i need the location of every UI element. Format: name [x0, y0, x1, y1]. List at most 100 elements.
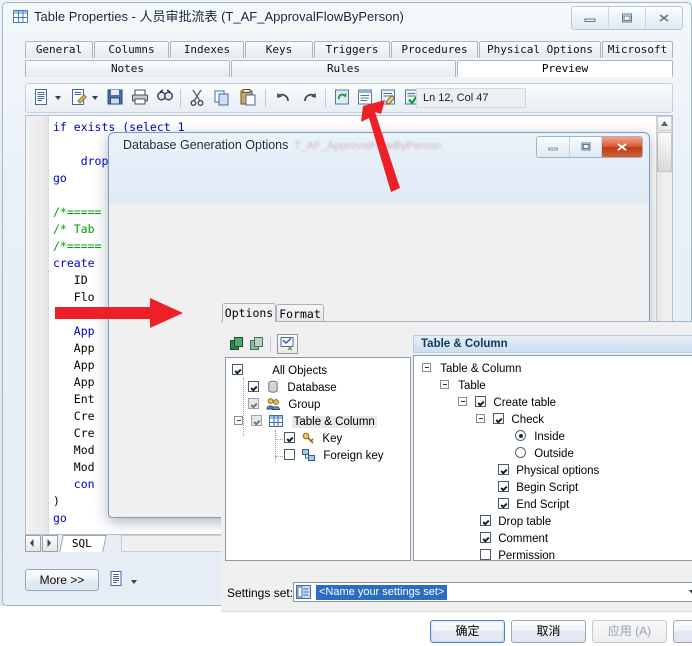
tab-procedures[interactable]: Procedures: [391, 41, 478, 58]
opt-node-check[interactable]: Check: [476, 412, 544, 429]
redo-icon[interactable]: [299, 87, 319, 109]
property-tabs: General Columns Indexes Keys Triggers Pr…: [25, 41, 673, 77]
tab-indexes[interactable]: Indexes: [170, 41, 244, 58]
undo-icon[interactable]: [274, 87, 294, 109]
window-controls: [571, 6, 683, 30]
print-icon[interactable]: [130, 87, 150, 109]
outside-radio[interactable]: [515, 447, 526, 458]
new-document-icon[interactable]: [33, 87, 51, 109]
tab-microsoft[interactable]: Microsoft: [602, 41, 673, 58]
object-type-tree[interactable]: All Objects Database Group Table & Colum…: [225, 357, 411, 561]
opt-node-table[interactable]: Table: [440, 378, 486, 395]
table-expander[interactable]: [440, 380, 449, 389]
opt-node-end-script[interactable]: End Script: [498, 497, 569, 514]
select-all-icon[interactable]: [229, 336, 246, 356]
dialog-help-button[interactable]: 帮助: [673, 620, 692, 643]
database-generation-options-dialog: Database Generation Options T_AF_Approva…: [108, 132, 692, 643]
inside-radio[interactable]: [515, 430, 526, 441]
opt-node-inside[interactable]: Inside: [515, 429, 565, 446]
table-column-checkbox[interactable]: [251, 415, 263, 426]
opt-node-create-table[interactable]: Create table: [458, 395, 556, 412]
editor-scroll-thumb[interactable]: [657, 132, 672, 172]
settings-set-value[interactable]: <Name your settings set>: [316, 585, 448, 600]
opt-node-comment[interactable]: Comment: [480, 531, 548, 548]
refresh-icon[interactable]: [333, 87, 351, 109]
settings-set-combo[interactable]: <Name your settings set>: [293, 582, 692, 602]
database-checkbox[interactable]: [248, 381, 259, 392]
tree-node-key[interactable]: Key: [284, 431, 342, 448]
table-column-expander[interactable]: [234, 416, 243, 425]
tab-preview[interactable]: Preview: [457, 60, 673, 77]
opt-node-table-and-column[interactable]: Table & Column: [422, 361, 521, 378]
dialog-apply-button[interactable]: 应用 (A): [592, 620, 667, 643]
opt-node-label: Begin Script: [516, 482, 579, 494]
new-document-dropdown-caret[interactable]: [55, 96, 61, 100]
opt-node-outside[interactable]: Outside: [515, 446, 574, 463]
paste-icon[interactable]: [238, 87, 258, 109]
script-icon[interactable]: [109, 570, 125, 591]
deselect-all-icon[interactable]: [249, 336, 266, 356]
window-titlebar: Table Properties - 人员审批流表 (T_AF_Approval…: [3, 3, 691, 31]
dialog-cancel-button[interactable]: 取消: [511, 620, 586, 643]
sheet-next-button[interactable]: [42, 535, 58, 552]
permission-checkbox[interactable]: [480, 549, 491, 560]
end-script-checkbox[interactable]: [498, 498, 509, 509]
dialog-maximize-button[interactable]: [568, 137, 602, 157]
more-button[interactable]: More >>: [25, 569, 99, 591]
tree-node-label: Table & Column: [291, 416, 377, 428]
scroll-up-button[interactable]: [657, 116, 672, 131]
tab-triggers[interactable]: Triggers: [314, 41, 390, 58]
dialog-minimize-button[interactable]: [537, 137, 569, 157]
generation-options-tree[interactable]: Table & Column Table Create table Check …: [413, 355, 692, 561]
dialog-ghost-title: T_AF_ApprovalFlowByPerson: [294, 140, 442, 152]
opt-node-begin-script[interactable]: Begin Script: [498, 480, 578, 497]
tree-node-database[interactable]: Database: [248, 380, 337, 397]
tab-physical-options[interactable]: Physical Options: [479, 41, 601, 58]
toggle-tree-icon[interactable]: [277, 334, 298, 354]
tab-rules[interactable]: Rules: [231, 60, 456, 77]
tree-connector: [275, 430, 276, 462]
create-table-expander[interactable]: [458, 397, 467, 406]
drop-table-checkbox[interactable]: [480, 515, 491, 526]
script-dropdown-caret[interactable]: [131, 580, 137, 584]
tree-node-all-objects[interactable]: All Objects: [232, 363, 327, 380]
comment-checkbox[interactable]: [480, 532, 491, 543]
sheet-tab-sql[interactable]: SQL: [59, 535, 107, 552]
copy-icon[interactable]: [212, 87, 232, 109]
begin-script-checkbox[interactable]: [498, 481, 509, 492]
new-from-template-icon[interactable]: [70, 87, 88, 109]
table-column-expander[interactable]: [422, 363, 431, 372]
find-icon[interactable]: [155, 87, 175, 109]
save-icon[interactable]: [106, 87, 124, 109]
key-checkbox[interactable]: [284, 432, 295, 443]
physical-options-checkbox[interactable]: [498, 464, 509, 475]
foreign-key-checkbox[interactable]: [284, 449, 295, 460]
dialog-ok-button[interactable]: 确定: [430, 620, 505, 643]
sheet-prev-button[interactable]: [25, 535, 41, 552]
all-objects-checkbox[interactable]: [232, 364, 243, 375]
cut-icon[interactable]: [188, 87, 206, 109]
dialog-tab-options[interactable]: Options: [222, 303, 276, 322]
close-button[interactable]: [645, 7, 682, 29]
dialog-tab-format[interactable]: Format: [276, 304, 324, 322]
maximize-button[interactable]: [608, 7, 645, 29]
tree-node-group[interactable]: Group: [248, 397, 320, 414]
edit-properties-icon[interactable]: [356, 87, 374, 109]
tab-columns[interactable]: Columns: [94, 41, 169, 58]
dialog-close-button[interactable]: [601, 137, 642, 157]
opt-node-permission[interactable]: Permission: [480, 548, 555, 560]
tab-general[interactable]: General: [25, 41, 93, 58]
check-expander[interactable]: [476, 414, 485, 423]
create-table-checkbox[interactable]: [475, 396, 487, 407]
opt-node-drop-table[interactable]: Drop table: [480, 514, 551, 531]
tree-node-table-and-column[interactable]: Table & Column: [234, 414, 377, 431]
tree-node-foreign-key[interactable]: Foreign key: [284, 448, 384, 465]
tab-notes[interactable]: Notes: [25, 60, 230, 77]
tab-keys[interactable]: Keys: [245, 41, 313, 58]
check-checkbox[interactable]: [493, 413, 505, 424]
group-checkbox[interactable]: [248, 398, 259, 409]
minimize-button[interactable]: [572, 7, 608, 29]
opt-node-physical-options[interactable]: Physical options: [498, 463, 599, 480]
new-from-template-dropdown-caret[interactable]: [92, 96, 98, 100]
generation-options-icon[interactable]: [379, 87, 397, 109]
